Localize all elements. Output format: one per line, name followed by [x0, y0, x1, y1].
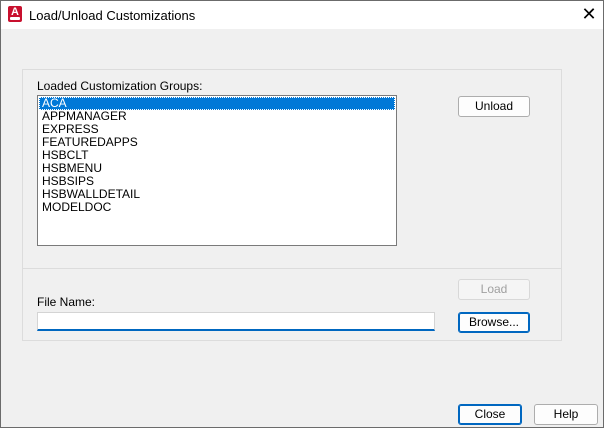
load-button[interactable]: Load [458, 279, 530, 300]
panel-divider [23, 268, 561, 269]
groups-label: Loaded Customization Groups: [37, 79, 203, 93]
help-button[interactable]: Help [534, 404, 598, 425]
file-name-label: File Name: [37, 295, 96, 309]
list-item[interactable]: FEATUREDAPPS [39, 136, 395, 149]
dialog-window: A Load/Unload Customizations ✕ Loaded Cu… [0, 0, 604, 428]
list-item[interactable]: MODELDOC [39, 201, 395, 214]
close-button[interactable]: Close [458, 404, 522, 425]
customization-groups-listbox[interactable]: ACA APPMANAGER EXPRESS FEATUREDAPPS HSBC… [37, 95, 397, 246]
close-icon[interactable]: ✕ [579, 5, 599, 25]
unload-button[interactable]: Unload [458, 96, 530, 117]
autocad-logo-icon: A [8, 6, 22, 22]
file-name-input[interactable] [37, 312, 435, 331]
window-title: Load/Unload Customizations [29, 8, 196, 23]
title-bar: A Load/Unload Customizations ✕ [1, 1, 603, 29]
browse-button[interactable]: Browse... [458, 312, 530, 333]
